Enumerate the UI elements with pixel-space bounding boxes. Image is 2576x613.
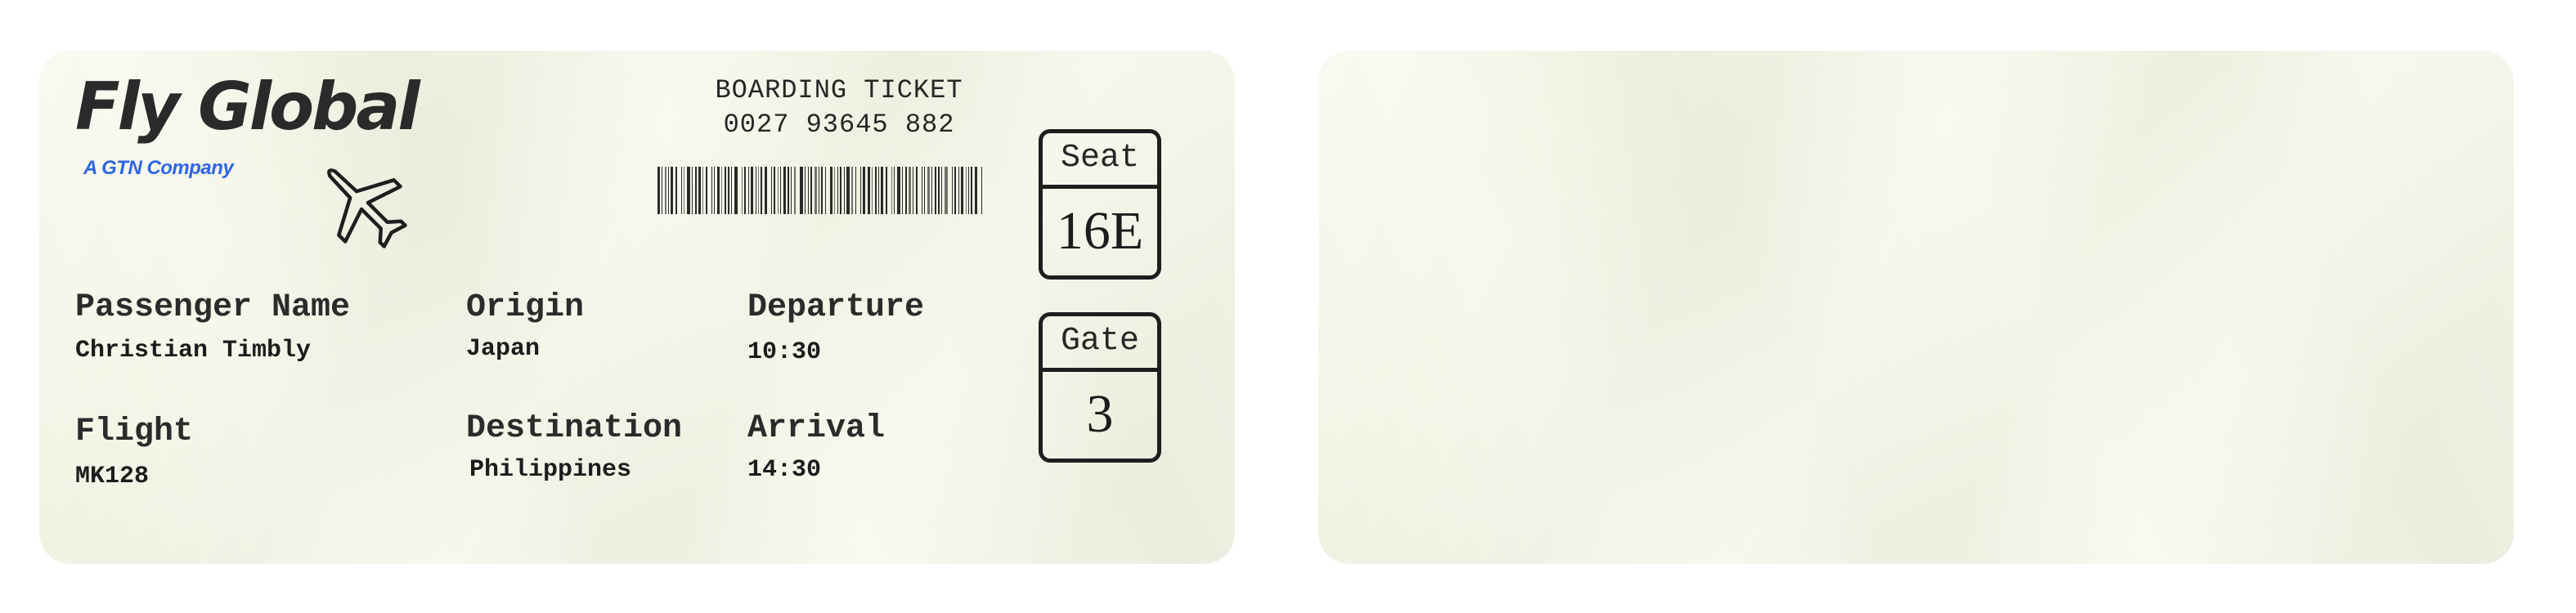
ticket-canvas: Fly Global A GTN Company BOARDING TICKET… [0,0,2576,613]
ticket-number: 0027 93645 882 [723,110,955,140]
gate-value: 3 [1086,384,1114,444]
departure-value: 10:30 [747,338,822,366]
flight-label: Flight [75,414,194,450]
brand-logo: Fly Global [75,69,420,145]
seat-box: Seat 16E [1039,129,1161,280]
origin-label: Origin [466,289,585,326]
flight-value: MK128 [75,463,150,490]
passenger-name-value: Christian Timbly [75,337,312,365]
arrival-value: 14:30 [747,456,822,484]
destination-label: Destination [466,410,683,447]
seat-value: 16E [1056,201,1144,261]
seat-label: Seat [1043,133,1157,189]
gate-box: Gate 3 [1039,312,1161,463]
departure-label: Departure [747,289,925,326]
destination-value: Philippines [469,456,632,484]
passenger-name-label: Passenger Name [75,289,351,326]
brand-tagline: A GTN Company [83,157,234,179]
ticket-title: BOARDING TICKET [715,75,963,105]
ticket-stub [1318,51,2514,564]
arrival-label: Arrival [747,410,886,447]
gate-label: Gate [1043,316,1157,372]
boarding-ticket-main: Fly Global A GTN Company BOARDING TICKET… [39,51,1235,564]
origin-value: Japan [466,335,541,363]
airplane-icon [327,168,407,248]
barcode-icon [657,167,982,214]
